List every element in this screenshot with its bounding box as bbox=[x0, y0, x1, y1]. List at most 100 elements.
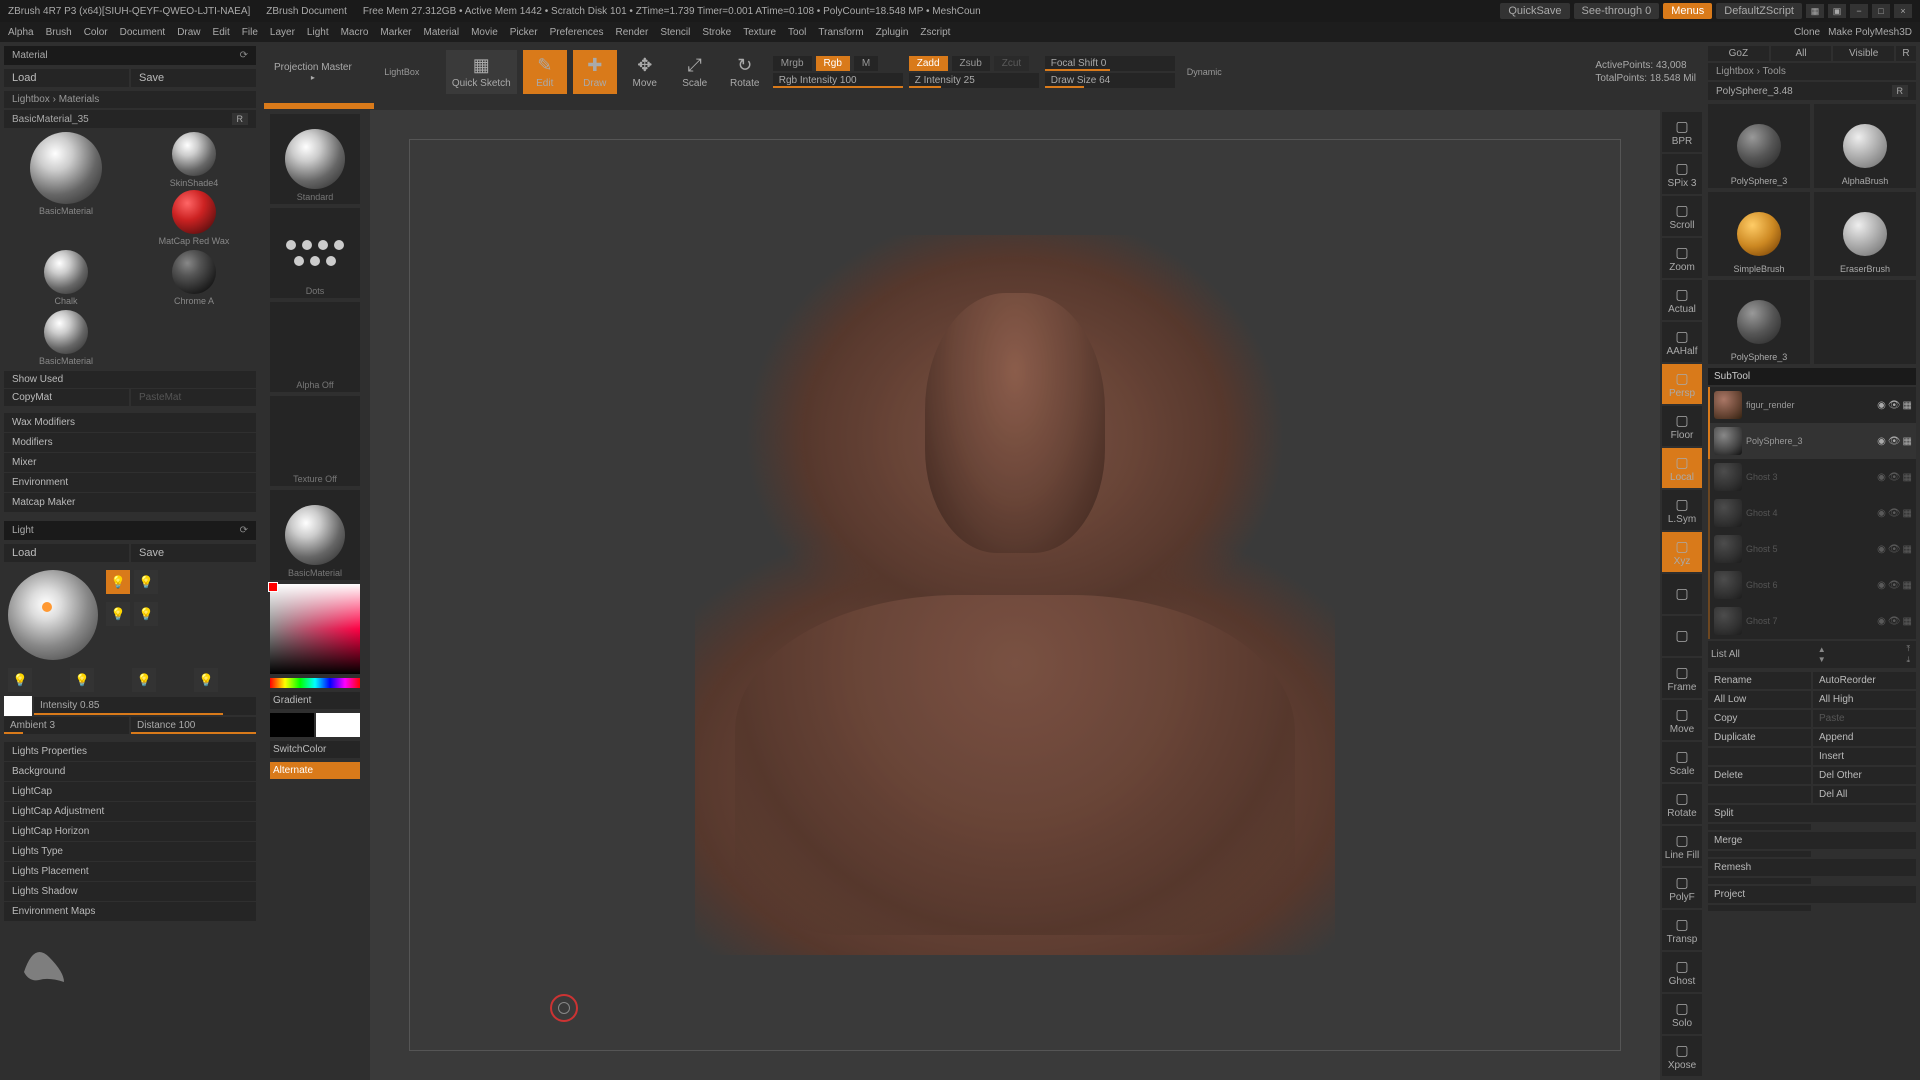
copymat-button[interactable]: CopyMat bbox=[4, 389, 129, 406]
copy-button[interactable]: Copy bbox=[1708, 710, 1811, 727]
nav-rotate[interactable]: ▢Rotate bbox=[1662, 784, 1702, 824]
menu-brush[interactable]: Brush bbox=[46, 27, 72, 38]
blank-button[interactable] bbox=[1708, 905, 1811, 911]
light-8-toggle[interactable]: 💡 bbox=[194, 668, 218, 692]
nav-move[interactable]: ▢Move bbox=[1662, 700, 1702, 740]
nav-zoom[interactable]: ▢Zoom bbox=[1662, 238, 1702, 278]
zadd-button[interactable]: Zadd bbox=[909, 56, 948, 71]
menu-material[interactable]: Material bbox=[424, 27, 460, 38]
blank-button[interactable] bbox=[1708, 878, 1811, 884]
section-wax-modifiers[interactable]: Wax Modifiers bbox=[4, 413, 256, 432]
move-bottom-icon[interactable]: ⤓ bbox=[1903, 655, 1913, 665]
m-button[interactable]: M bbox=[854, 56, 878, 71]
nav-persp[interactable]: ▢Persp bbox=[1662, 364, 1702, 404]
alpha-selector[interactable]: Alpha Off bbox=[270, 302, 360, 392]
menu-transform[interactable]: Transform bbox=[818, 27, 863, 38]
gradient-button[interactable]: Gradient bbox=[270, 692, 360, 709]
del-other-button[interactable]: Del Other bbox=[1813, 767, 1916, 784]
tool-polysphere[interactable]: PolySphere_3 bbox=[1708, 104, 1810, 188]
menu-layer[interactable]: Layer bbox=[270, 27, 295, 38]
subtool-row[interactable]: Ghost 7◉👁▦ bbox=[1708, 603, 1916, 639]
delete-button[interactable]: Delete bbox=[1708, 767, 1811, 784]
remesh-button[interactable]: Remesh bbox=[1708, 859, 1916, 876]
rotate-mode-button[interactable]: ↻Rotate bbox=[723, 50, 767, 94]
nav-ghost[interactable]: ▢Ghost bbox=[1662, 952, 1702, 992]
hue-strip[interactable] bbox=[270, 678, 360, 688]
secondary-color-swatch[interactable] bbox=[270, 713, 314, 737]
menu-zscript[interactable]: Zscript bbox=[920, 27, 950, 38]
rename-button[interactable]: Rename bbox=[1708, 672, 1811, 689]
menus-button[interactable]: Menus bbox=[1663, 3, 1712, 19]
nav-scale[interactable]: ▢Scale bbox=[1662, 742, 1702, 782]
focal-shift-slider[interactable]: Focal Shift 0 bbox=[1045, 56, 1175, 71]
section-environment[interactable]: Environment bbox=[4, 473, 256, 492]
nav-bpr[interactable]: ▢BPR bbox=[1662, 112, 1702, 152]
close-icon[interactable]: × bbox=[1894, 4, 1912, 18]
nav-frame[interactable]: ▢Frame bbox=[1662, 658, 1702, 698]
nav-polyf[interactable]: ▢PolyF bbox=[1662, 868, 1702, 908]
insert-button[interactable]: Insert bbox=[1813, 748, 1916, 765]
section-modifiers[interactable]: Modifiers bbox=[4, 433, 256, 452]
nav-floor[interactable]: ▢Floor bbox=[1662, 406, 1702, 446]
window-icon[interactable]: ▣ bbox=[1828, 4, 1846, 18]
nav-l.sym[interactable]: ▢L.Sym bbox=[1662, 490, 1702, 530]
menu-macro[interactable]: Macro bbox=[341, 27, 369, 38]
zsub-button[interactable]: Zsub bbox=[952, 56, 990, 71]
menu-movie[interactable]: Movie bbox=[471, 27, 498, 38]
section-lights-shadow[interactable]: Lights Shadow bbox=[4, 882, 256, 901]
intensity-slider[interactable]: Intensity 0.85 bbox=[34, 697, 256, 715]
menu-picker[interactable]: Picker bbox=[510, 27, 538, 38]
rgb-button[interactable]: Rgb bbox=[816, 56, 850, 71]
goz-button[interactable]: GoZ bbox=[1708, 46, 1769, 61]
tool-breadcrumb[interactable]: Lightbox › Tools bbox=[1708, 63, 1916, 80]
z-intensity-slider[interactable]: Z Intensity 25 bbox=[909, 73, 1039, 88]
menu-color[interactable]: Color bbox=[84, 27, 108, 38]
section-environment-maps[interactable]: Environment Maps bbox=[4, 902, 256, 921]
section-lights-type[interactable]: Lights Type bbox=[4, 842, 256, 861]
light-5-toggle[interactable]: 💡 bbox=[8, 668, 32, 692]
mrgb-button[interactable]: Mrgb bbox=[773, 56, 812, 71]
section-matcap-maker[interactable]: Matcap Maker bbox=[4, 493, 256, 512]
tool-alphabrush[interactable]: AlphaBrush bbox=[1814, 104, 1916, 188]
menu-light[interactable]: Light bbox=[307, 27, 329, 38]
tool-eraserbrush[interactable]: EraserBrush bbox=[1814, 192, 1916, 276]
quick-sketch-button[interactable]: ▦Quick Sketch bbox=[446, 50, 517, 94]
append-button[interactable]: Append bbox=[1813, 729, 1916, 746]
blank-button[interactable] bbox=[1708, 851, 1811, 857]
move-down-icon[interactable]: ▼ bbox=[1815, 655, 1829, 664]
list-all-button[interactable]: List All bbox=[1711, 649, 1740, 660]
menu-marker[interactable]: Marker bbox=[380, 27, 411, 38]
material-swatch-basic2[interactable] bbox=[44, 310, 88, 354]
nav-xpose[interactable]: ▢Xpose bbox=[1662, 1036, 1702, 1076]
lightbox-button[interactable]: LightBox bbox=[364, 50, 440, 94]
menu-stroke[interactable]: Stroke bbox=[702, 27, 731, 38]
autoreorder-button[interactable]: AutoReorder bbox=[1813, 672, 1916, 689]
material-swatch-redwax[interactable] bbox=[172, 190, 216, 234]
light-1-toggle[interactable]: 💡 bbox=[106, 570, 130, 594]
menu-tool[interactable]: Tool bbox=[788, 27, 806, 38]
material-swatch-basic[interactable] bbox=[30, 132, 102, 204]
nav-blank[interactable]: ▢ bbox=[1662, 616, 1702, 656]
subtool-row[interactable]: Ghost 4◉👁▦ bbox=[1708, 495, 1916, 531]
section-lights-properties[interactable]: Lights Properties bbox=[4, 742, 256, 761]
goz-all-button[interactable]: All bbox=[1771, 46, 1832, 61]
stroke-selector[interactable]: Dots bbox=[270, 208, 360, 298]
material-swatch-chrome[interactable] bbox=[172, 250, 216, 294]
rgb-intensity-slider[interactable]: Rgb Intensity 100 bbox=[773, 73, 903, 88]
section-mixer[interactable]: Mixer bbox=[4, 453, 256, 472]
del-all-button[interactable]: Del All bbox=[1813, 786, 1916, 803]
light-3-toggle[interactable]: 💡 bbox=[106, 602, 130, 626]
projection-master-button[interactable]: Projection Master▸ bbox=[268, 50, 358, 94]
light-color-swatch[interactable] bbox=[4, 696, 32, 716]
nav-line-fill[interactable]: ▢Line Fill bbox=[1662, 826, 1702, 866]
menu-draw[interactable]: Draw bbox=[177, 27, 200, 38]
light-2-toggle[interactable]: 💡 bbox=[134, 570, 158, 594]
light-6-toggle[interactable]: 💡 bbox=[70, 668, 94, 692]
subtool-row[interactable]: PolySphere_3◉👁▦ bbox=[1708, 423, 1916, 459]
texture-selector[interactable]: Texture Off bbox=[270, 396, 360, 486]
color-picker[interactable] bbox=[270, 584, 360, 674]
menu-alpha[interactable]: Alpha bbox=[8, 27, 34, 38]
light-save-button[interactable]: Save bbox=[131, 544, 256, 562]
brush-selector[interactable]: Standard bbox=[270, 114, 360, 204]
nav-spix-3[interactable]: ▢SPix 3 bbox=[1662, 154, 1702, 194]
